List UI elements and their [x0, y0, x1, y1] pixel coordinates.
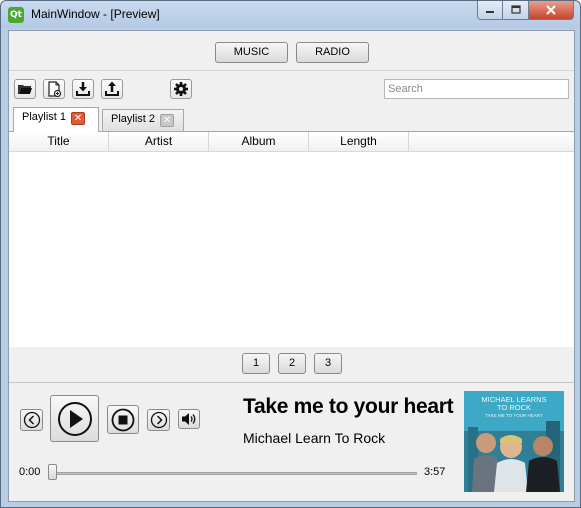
column-header-length[interactable]: Length — [309, 132, 409, 152]
close-tab-icon[interactable]: ✕ — [160, 114, 175, 127]
current-time: 0:00 — [19, 466, 41, 478]
previous-icon — [23, 411, 40, 429]
progress-slider-track[interactable] — [53, 472, 417, 475]
tab-label: Playlist 1 — [22, 111, 67, 123]
song-title: Take me to your heart — [243, 395, 454, 418]
play-icon — [57, 401, 92, 436]
page-button-2[interactable]: 2 — [278, 353, 306, 374]
open-folder-button[interactable] — [14, 79, 36, 99]
album-cover-image: MICHAEL LEARNS TO ROCK TAKE ME TO YOUR H… — [464, 391, 564, 492]
window-controls — [477, 1, 574, 20]
export-icon — [105, 81, 119, 96]
next-button[interactable] — [147, 409, 170, 431]
settings-button[interactable] — [170, 79, 192, 99]
stop-button[interactable] — [107, 405, 139, 434]
mode-bar: MUSIC RADIO — [9, 31, 574, 71]
export-button[interactable] — [101, 79, 123, 99]
maximize-button[interactable] — [503, 1, 529, 20]
column-header-title[interactable]: Title — [9, 132, 109, 152]
page-button-3[interactable]: 3 — [314, 353, 342, 374]
new-file-icon — [48, 81, 62, 97]
qt-app-icon: Qt — [8, 7, 24, 23]
page-button-1[interactable]: 1 — [242, 353, 270, 374]
next-icon — [150, 411, 167, 429]
music-button[interactable]: MUSIC — [215, 42, 288, 63]
tab-playlist-2[interactable]: Playlist 2 ✕ — [102, 109, 184, 131]
table-header: Title Artist Album Length — [9, 132, 574, 152]
playlist-toolbar — [9, 72, 574, 106]
progress-slider-handle[interactable] — [48, 464, 57, 480]
player-panel: Take me to your heart Michael Learn To R… — [9, 383, 574, 501]
close-tab-icon[interactable]: ✕ — [71, 112, 86, 125]
total-time: 3:57 — [424, 466, 446, 478]
song-artist: Michael Learn To Rock — [243, 430, 386, 446]
volume-button[interactable] — [178, 409, 200, 429]
title-bar[interactable]: Qt MainWindow - [Preview] — [1, 1, 580, 28]
column-header-album[interactable]: Album — [209, 132, 309, 152]
main-window: Qt MainWindow - [Preview] MUSIC RADIO Se… — [0, 0, 581, 508]
folder-open-icon — [18, 85, 32, 94]
album-cover-art: MICHAEL LEARNS TO ROCK TAKE ME TO YOUR H… — [464, 391, 564, 492]
tab-playlist-1[interactable]: Playlist 1 ✕ — [13, 107, 99, 132]
stop-icon — [111, 408, 135, 431]
maximize-icon — [510, 5, 521, 14]
pagination: 1 2 3 — [9, 347, 574, 383]
import-icon — [76, 82, 90, 96]
minimize-button[interactable] — [477, 1, 503, 20]
playlist-table[interactable]: Title Artist Album Length — [9, 131, 574, 347]
window-title: MainWindow - [Preview] — [31, 7, 160, 21]
previous-button[interactable] — [20, 409, 43, 431]
central-widget: MUSIC RADIO Playlist 1 ✕ — [8, 30, 575, 502]
radio-button[interactable]: RADIO — [296, 42, 369, 63]
speaker-icon — [182, 413, 196, 425]
new-playlist-button[interactable] — [43, 79, 65, 99]
import-button[interactable] — [72, 79, 94, 99]
close-icon — [546, 5, 556, 15]
album-band-name-line2: TO ROCK — [497, 403, 531, 412]
column-header-artist[interactable]: Artist — [109, 132, 209, 152]
tab-label: Playlist 2 — [111, 113, 156, 125]
album-title-text: TAKE ME TO YOUR HEART — [485, 413, 543, 418]
play-button[interactable] — [50, 395, 99, 442]
gear-icon — [174, 82, 188, 96]
close-button[interactable] — [529, 1, 574, 20]
search-input[interactable] — [384, 79, 569, 99]
minimize-icon — [486, 11, 494, 13]
